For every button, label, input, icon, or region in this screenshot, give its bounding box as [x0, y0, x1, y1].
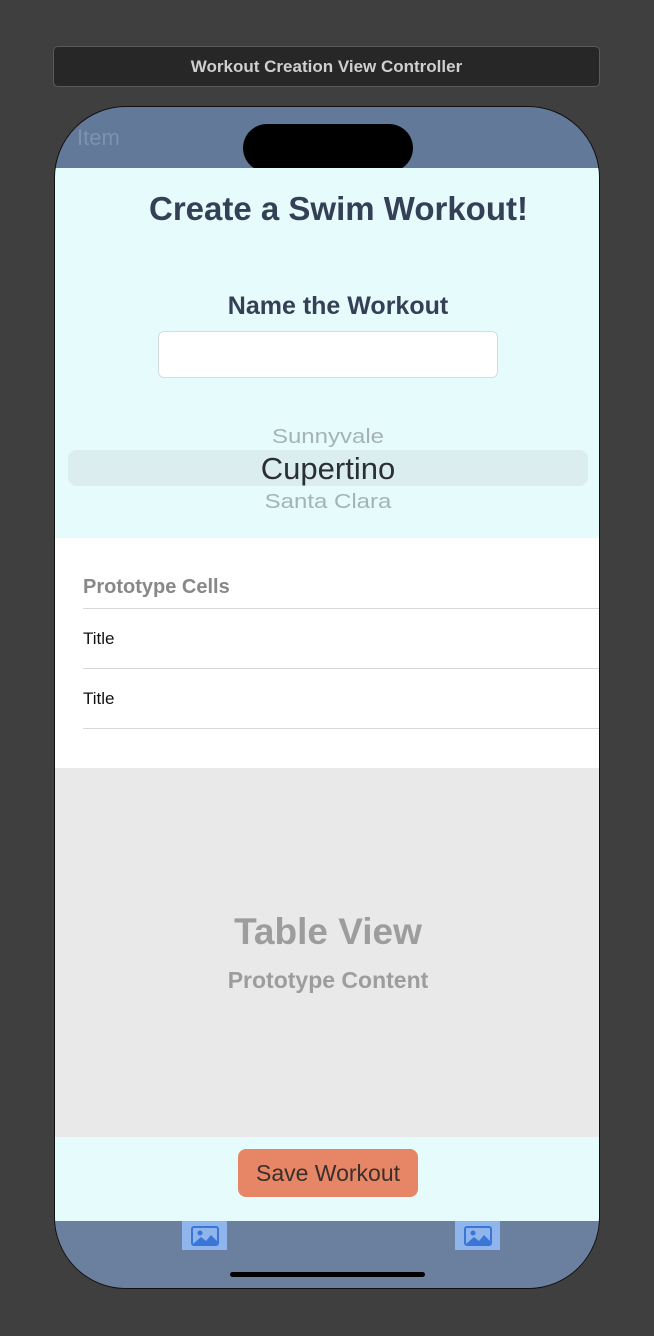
save-workout-button[interactable]: Save Workout: [238, 1149, 418, 1197]
tab-item-1[interactable]: [182, 1221, 227, 1250]
photo-icon: [463, 1225, 492, 1246]
location-picker[interactable]: Sunnyvale Cupertino Santa Clara: [68, 416, 588, 526]
table-view-placeholder: Table View Prototype Content: [55, 768, 599, 1137]
page-title: Create a Swim Workout!: [149, 190, 528, 227]
table-row-title: Title: [83, 629, 115, 648]
nav-bar-item[interactable]: Item: [77, 125, 120, 151]
table-row-title: Title: [83, 689, 115, 708]
picker-row[interactable]: Sunnyvale: [68, 425, 588, 449]
table-row[interactable]: Title: [83, 668, 599, 728]
placeholder-subtitle: Prototype Content: [227, 967, 429, 993]
table-section-header: Prototype Cells: [83, 576, 230, 598]
placeholder-title: Table View: [234, 911, 422, 952]
home-indicator: [230, 1272, 425, 1277]
scene-title-bar[interactable]: Workout Creation View Controller: [53, 46, 600, 87]
dynamic-island: [243, 124, 413, 172]
device-frame: Item Create a Swim Workout! Name the Wor…: [54, 106, 600, 1289]
tab-item-2[interactable]: [455, 1221, 500, 1250]
workout-name-field[interactable]: [158, 331, 498, 378]
workout-name-label: Name the Workout: [227, 292, 449, 320]
table-row[interactable]: Title: [83, 608, 599, 668]
workout-form-panel: Create a Swim Workout! Name the Workout …: [55, 168, 599, 538]
scene-title-label: Workout Creation View Controller: [190, 56, 463, 76]
table-divider: [83, 728, 599, 729]
photo-icon: [190, 1225, 219, 1246]
picker-row[interactable]: Santa Clara: [68, 490, 588, 514]
tab-bar: [55, 1221, 599, 1288]
prototype-table: Prototype Cells Title Title: [55, 538, 599, 768]
action-panel: Save Workout: [55, 1137, 599, 1221]
picker-row-selected[interactable]: Cupertino: [68, 451, 588, 487]
